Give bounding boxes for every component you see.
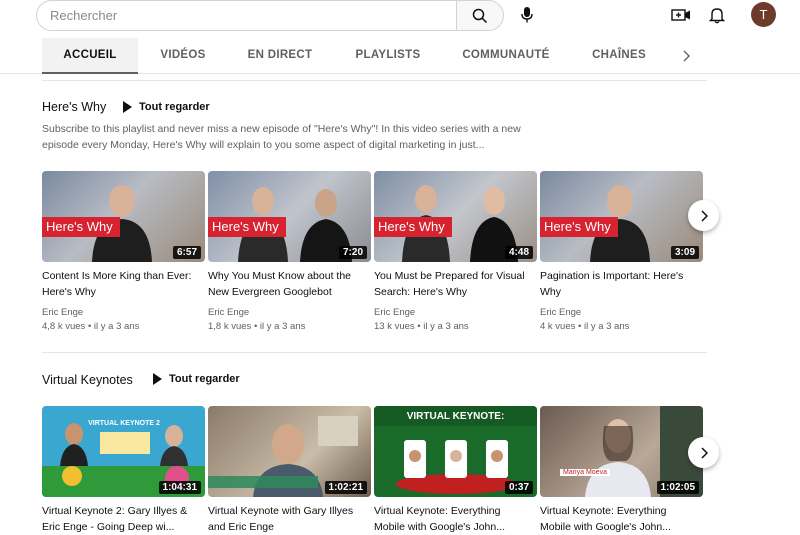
divider [42,80,707,81]
bell-icon [709,8,725,24]
play-all-label: Tout regarder [139,101,210,113]
voice-search-button[interactable] [513,1,541,29]
keynote-overlay-text: VIRTUAL KEYNOTE: [406,411,505,422]
heres-why-overlay: Here's Why [540,217,618,237]
play-icon [153,373,162,385]
duration-badge: 1:04:31 [158,481,201,494]
channel-name[interactable]: Eric Enge [374,306,534,320]
play-all-label: Tout regarder [169,373,240,385]
video-thumbnail[interactable]: VIRTUAL KEYNOTE 2 1:04:31 [42,406,205,497]
create-video-button[interactable] [669,3,693,27]
play-all-button[interactable]: Tout regarder [153,373,240,385]
heres-why-overlay: Here's Why [374,217,452,237]
tab-chaines[interactable]: CHAÎNES [580,38,658,74]
video-thumbnail[interactable]: Here's Why 6:57 [42,171,205,262]
notifications-button[interactable] [705,3,729,27]
tab-accueil[interactable]: ACCUEIL [42,38,138,74]
duration-badge: 4:48 [504,246,533,259]
carousel-next-button[interactable] [688,200,719,231]
search-icon [472,8,488,23]
masthead: Rechercher T [0,0,800,32]
video-thumbnail[interactable]: Here's Why 4:48 [374,171,537,262]
tab-communaute[interactable]: COMMUNAUTÉ [456,38,556,74]
video-stats: 13 k vues • il y a 3 ans [374,321,469,332]
section-title[interactable]: Virtual Keynotes [42,373,133,387]
video-stats: 4,8 k vues • il y a 3 ans [42,321,140,332]
video-title[interactable]: Pagination is Important: Here's Why [540,268,700,300]
search-input[interactable]: Rechercher [36,0,456,31]
video-thumbnail[interactable]: Mariya Moeva 1:02:05 [540,406,703,497]
video-title[interactable]: Content Is More King than Ever: Here's W… [42,268,202,300]
tab-videos[interactable]: VIDÉOS [148,38,218,74]
video-thumbnail[interactable]: Here's Why 3:09 [540,171,703,262]
avatar[interactable]: T [751,2,776,27]
channel-tabs: ACCUEIL VIDÉOS EN DIRECT PLAYLISTS COMMU… [0,38,800,74]
duration-badge: 1:02:21 [324,481,367,494]
tab-en-direct[interactable]: EN DIRECT [236,38,324,74]
duration-badge: 6:57 [172,246,201,259]
video-thumbnail[interactable]: Here's Why 7:20 [208,171,371,262]
duration-badge: 3:09 [670,246,699,259]
video-title[interactable]: Virtual Keynote: Everything Mobile with … [540,503,700,535]
channel-name[interactable]: Eric Enge [208,306,368,320]
heres-why-overlay: Here's Why [42,217,120,237]
channel-name[interactable]: Eric Enge [42,306,202,320]
chevron-right-icon [683,50,690,62]
chevron-right-icon [700,209,708,222]
video-camera-plus-icon [671,9,690,21]
video-title[interactable]: You Must be Prepared for Visual Search: … [374,268,534,300]
microphone-icon [521,7,533,23]
heres-why-overlay: Here's Why [208,217,286,237]
play-all-button[interactable]: Tout regarder [123,101,210,113]
video-title[interactable]: Virtual Keynote with Gary Illyes and Eri… [208,503,368,535]
duration-badge: 0:37 [504,481,533,494]
video-thumbnail[interactable]: VIRTUAL KEYNOTE: 0:37 [374,406,537,497]
video-stats: 1,8 k vues • il y a 3 ans [208,321,306,332]
section-description: Subscribe to this playlist and never mis… [42,123,521,151]
video-title[interactable]: Virtual Keynote 2: Gary Illyes & Eric En… [42,503,202,535]
chevron-right-icon [700,446,708,459]
speaker-lower-third: Mariya Moeva [560,469,610,476]
carousel-next-button[interactable] [688,437,719,468]
keynote-overlay-text: VIRTUAL KEYNOTE 2 [88,420,160,427]
channel-name[interactable]: Eric Enge [540,306,700,320]
play-icon [123,101,132,113]
video-title[interactable]: Virtual Keynote: Everything Mobile with … [374,503,534,535]
tabs-scroll-right-button[interactable] [676,46,696,66]
duration-badge: 7:20 [338,246,367,259]
duration-badge: 1:02:05 [656,481,699,494]
video-thumbnail[interactable]: 1:02:21 [208,406,371,497]
search-button[interactable] [456,0,504,31]
section-title[interactable]: Here's Why [42,100,106,114]
video-stats: 4 k vues • il y a 3 ans [540,321,630,332]
tab-playlists[interactable]: PLAYLISTS [344,38,432,74]
video-title[interactable]: Why You Must Know about the New Evergree… [208,268,368,300]
divider [42,352,707,353]
